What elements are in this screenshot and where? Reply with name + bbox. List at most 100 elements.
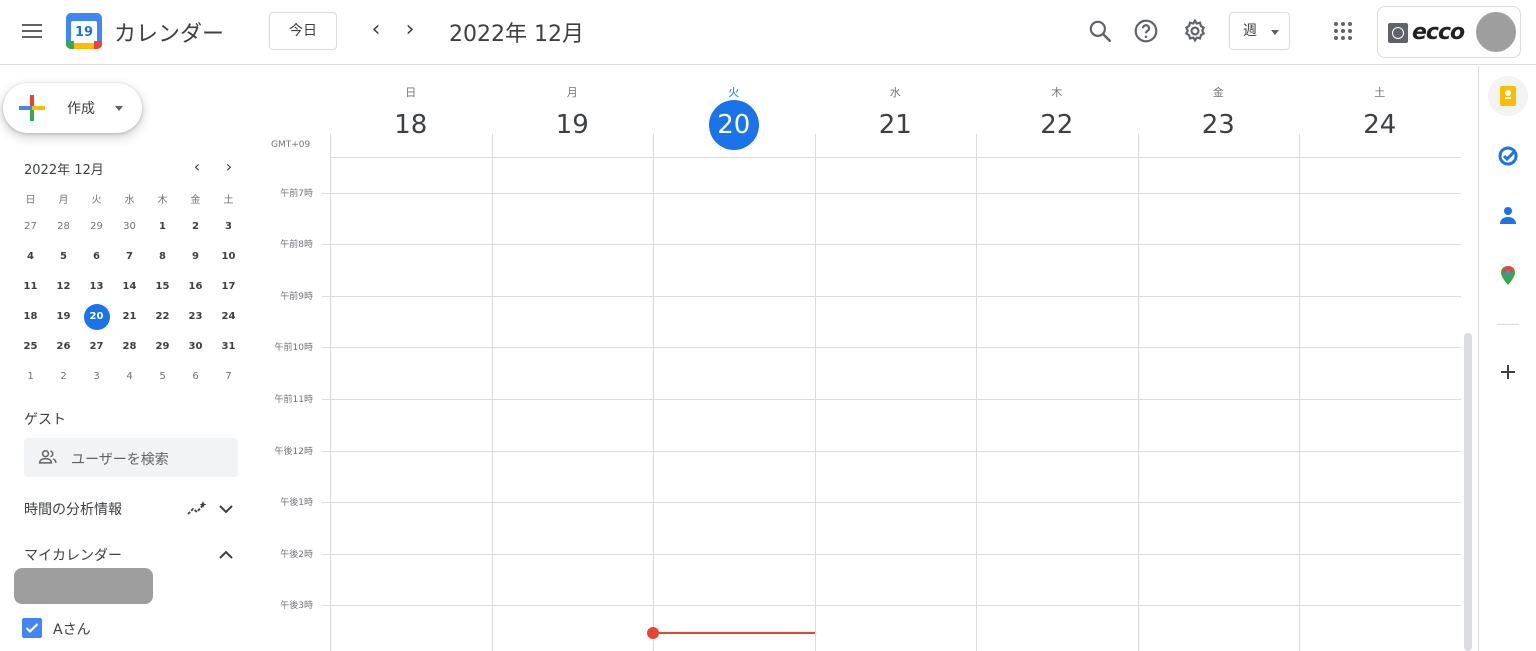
guest-search-input[interactable]: ユーザーを検索 <box>24 438 238 477</box>
maps-button[interactable] <box>1488 256 1528 296</box>
mini-calendar-day[interactable]: 5 <box>146 365 179 389</box>
mini-calendar-next-icon[interactable]: › <box>219 157 239 177</box>
mini-calendar-day[interactable]: 28 <box>113 335 146 359</box>
mini-calendar-day[interactable]: 23 <box>179 305 212 329</box>
grid-scrollbar[interactable] <box>1464 333 1472 651</box>
mini-calendar-day[interactable]: 19 <box>47 305 80 329</box>
main-menu-icon[interactable] <box>20 21 44 41</box>
hour-gridline <box>322 502 1461 504</box>
mini-calendar-day[interactable]: 7 <box>113 245 146 269</box>
mini-calendar-day[interactable]: 21 <box>113 305 146 329</box>
mini-calendar-day[interactable]: 1 <box>146 215 179 239</box>
get-addons-button[interactable] <box>1488 352 1528 392</box>
day-column-header: 水 21 <box>815 66 977 156</box>
google-apps-icon[interactable] <box>1334 22 1352 40</box>
date-number[interactable]: 23 <box>1193 100 1243 150</box>
help-icon[interactable] <box>1133 18 1159 44</box>
mini-calendar-day-number: 28 <box>122 341 137 352</box>
mini-calendar-day[interactable]: 3 <box>80 365 113 389</box>
mini-calendar-day[interactable]: 1 <box>14 365 47 389</box>
mini-calendar-day[interactable]: 4 <box>113 365 146 389</box>
next-week-button[interactable]: › <box>396 17 424 45</box>
contacts-button[interactable] <box>1488 196 1528 236</box>
account-switcher[interactable]: ecco <box>1377 6 1521 58</box>
mini-calendar-day[interactable]: 5 <box>47 245 80 269</box>
mini-calendar-day[interactable]: 25 <box>14 335 47 359</box>
mini-calendar-day[interactable]: 27 <box>80 335 113 359</box>
create-button[interactable]: 作成 <box>3 83 142 133</box>
mini-calendar-day[interactable]: 22 <box>146 305 179 329</box>
app-title: カレンダー <box>114 22 225 47</box>
mini-calendar-day[interactable]: 6 <box>80 245 113 269</box>
day-of-week-label: 月 <box>566 86 578 99</box>
date-number[interactable]: 19 <box>547 100 597 150</box>
day-column-header: 火 20 <box>653 66 815 156</box>
side-panel-divider <box>1497 324 1519 325</box>
mini-weekday-label: 月 <box>58 195 69 206</box>
day-column-header: 日 18 <box>330 66 492 156</box>
mini-calendar-day[interactable]: 28 <box>47 215 80 239</box>
mini-calendar-day-number: 31 <box>221 341 236 352</box>
day-column-header: 土 24 <box>1299 66 1461 156</box>
today-date-number[interactable]: 20 <box>708 100 759 150</box>
prev-week-button[interactable]: ‹ <box>362 17 390 45</box>
mini-calendar-day[interactable]: 27 <box>14 215 47 239</box>
mini-calendar-day[interactable]: 12 <box>47 275 80 299</box>
mini-calendar-day[interactable]: 17 <box>212 275 245 299</box>
mini-calendar-day-number: 30 <box>123 221 136 232</box>
date-number[interactable]: 22 <box>1032 100 1082 150</box>
search-icon[interactable] <box>1087 18 1113 44</box>
mini-calendar-day[interactable]: 2 <box>179 215 212 239</box>
hour-label: 午後12時 <box>274 446 313 457</box>
mini-calendar-day[interactable]: 29 <box>80 215 113 239</box>
mini-calendar-prev-icon[interactable]: ‹ <box>187 157 207 177</box>
date-number[interactable]: 18 <box>386 100 436 150</box>
mini-calendar-day[interactable]: 30 <box>179 335 212 359</box>
mini-weekday-label: 金 <box>190 195 201 206</box>
mini-calendar-day[interactable]: 3 <box>212 215 245 239</box>
mini-calendar-day[interactable]: 11 <box>14 275 47 299</box>
multicolor-plus-icon <box>19 95 45 121</box>
mini-calendar-day-number: 30 <box>188 341 203 352</box>
mini-calendar-day[interactable]: 14 <box>113 275 146 299</box>
tasks-button[interactable] <box>1488 136 1528 176</box>
mini-calendar-day[interactable]: 20 <box>80 304 113 330</box>
mini-calendar-day[interactable]: 29 <box>146 335 179 359</box>
mini-calendar-day-number: 20 <box>89 311 104 322</box>
chevron-down-icon[interactable] <box>217 500 235 518</box>
mini-calendar-day[interactable]: 24 <box>212 305 245 329</box>
keep-button[interactable] <box>1488 76 1528 116</box>
avatar[interactable] <box>1476 12 1516 52</box>
mini-calendar-day[interactable]: 31 <box>212 335 245 359</box>
mini-calendar-day[interactable]: 10 <box>212 245 245 269</box>
mini-calendar-day[interactable]: 2 <box>47 365 80 389</box>
chevron-up-icon[interactable] <box>217 546 235 564</box>
mini-calendar-day[interactable]: 13 <box>80 275 113 299</box>
insights-sparkle-icon[interactable] <box>186 500 208 518</box>
mini-calendar-day[interactable]: 16 <box>179 275 212 299</box>
day-column-divider <box>814 134 816 651</box>
mini-calendar-day[interactable]: 9 <box>179 245 212 269</box>
mini-calendar-day[interactable]: 7 <box>212 365 245 389</box>
mini-weekday-label: 日 <box>25 195 36 206</box>
mini-calendar-weekdays: 日月火水木金土 <box>14 192 245 210</box>
mini-calendar-day[interactable]: 26 <box>47 335 80 359</box>
mini-calendar-day[interactable]: 4 <box>14 245 47 269</box>
date-number[interactable]: 24 <box>1355 100 1405 150</box>
mini-calendar-day[interactable]: 6 <box>179 365 212 389</box>
mini-calendar-day[interactable]: 8 <box>146 245 179 269</box>
date-number[interactable]: 21 <box>870 100 920 150</box>
mini-calendar-day[interactable]: 30 <box>113 215 146 239</box>
mini-weekday-label: 木 <box>157 195 168 206</box>
time-slot-grid[interactable] <box>330 157 1461 651</box>
settings-gear-icon[interactable] <box>1182 18 1208 44</box>
hour-label: 午前7時 <box>280 188 313 199</box>
mini-calendar-day[interactable]: 15 <box>146 275 179 299</box>
calendar-checkbox[interactable] <box>22 618 42 638</box>
week-view: GMT+09 日 18 月 19 火 20 水 21 木 22 金 23 土 24 午前7時 午前8時 午前9時… <box>256 66 1478 651</box>
calendar-logo-icon[interactable]: 19 <box>66 13 102 49</box>
today-button[interactable]: 今日 <box>269 12 337 50</box>
mini-calendar-week: 25 26 27 28 29 30 31 <box>14 332 245 362</box>
view-select-dropdown[interactable]: 週 <box>1229 12 1290 50</box>
mini-calendar-day[interactable]: 18 <box>14 305 47 329</box>
